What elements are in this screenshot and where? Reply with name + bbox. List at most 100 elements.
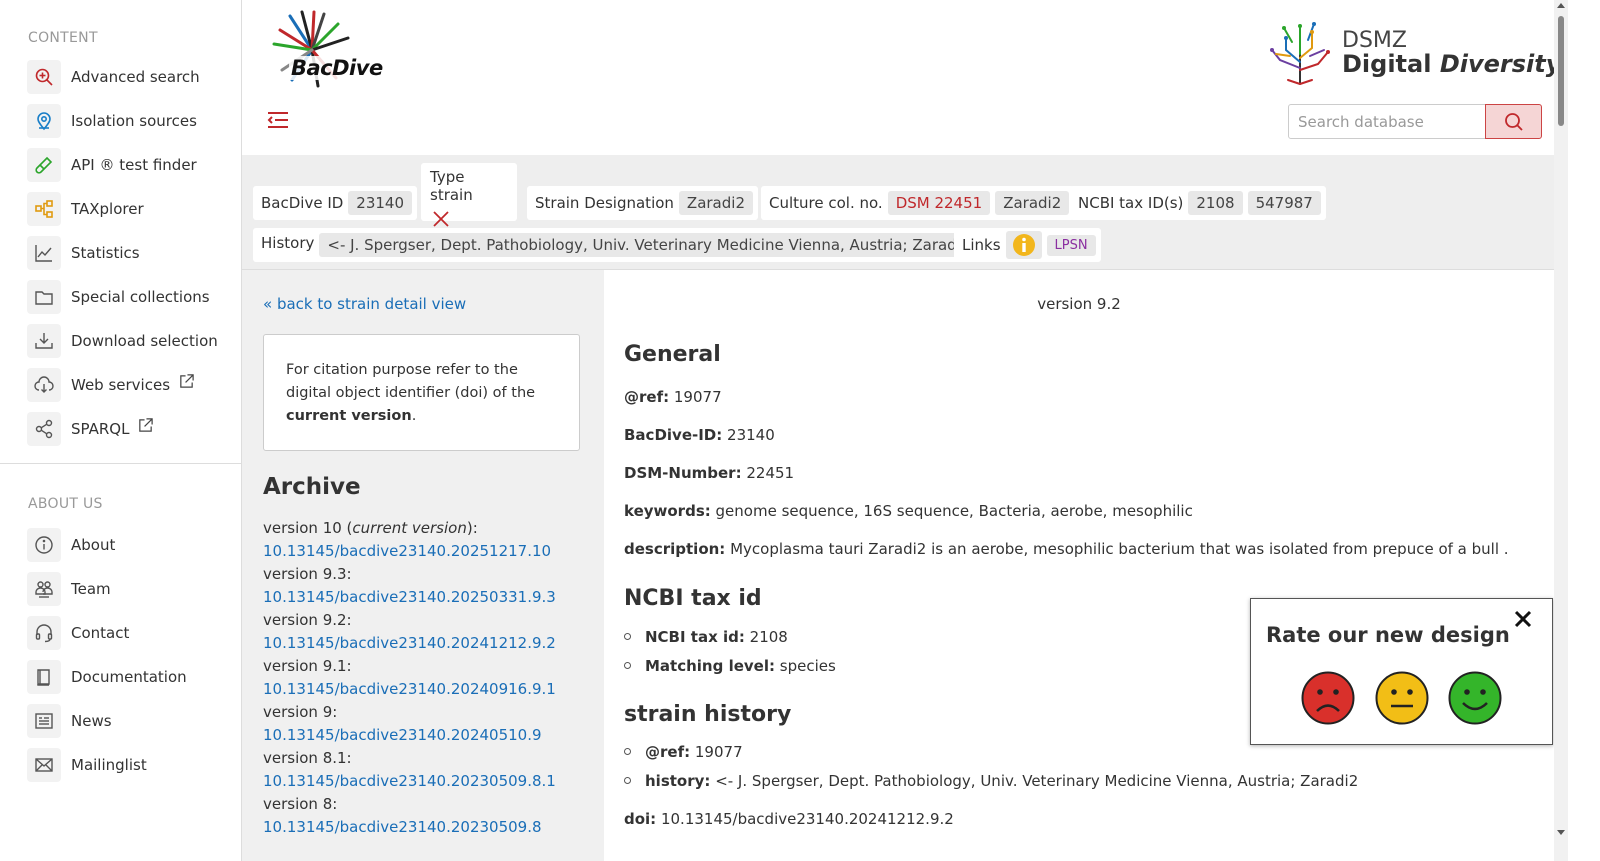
list-item: 10.13145/bacdive23140.20230509.8 (263, 816, 593, 839)
sidebar-item-download-selection[interactable]: Download selection (0, 319, 241, 363)
version-doi-link[interactable]: 10.13145/bacdive23140.20230509.8.1 (263, 772, 556, 790)
search-input[interactable] (1288, 104, 1486, 139)
page-scrollbar[interactable] (1554, 0, 1568, 861)
ncbi-taxid-item: NCBI tax id: 2108 (624, 628, 788, 646)
happy-face-icon[interactable] (1448, 671, 1502, 725)
citation-end: . (411, 408, 417, 424)
info-circle-icon (1012, 234, 1035, 256)
field-label: Matching level: (645, 657, 775, 675)
ncbi-taxid-value-1[interactable]: 2108 (1188, 191, 1243, 215)
sidebar-item-label: Team (71, 580, 111, 598)
search-button[interactable] (1485, 104, 1542, 139)
version-doi-link[interactable]: 10.13145/bacdive23140.20230509.8 (263, 818, 542, 836)
close-icon[interactable] (1513, 609, 1533, 629)
sidebar-item-contact[interactable]: Contact (0, 611, 241, 655)
history-item: history: <- J. Spergser, Dept. Pathobiol… (624, 772, 1358, 790)
sidebar-item-label: SPARQL (71, 420, 130, 438)
info-link-button[interactable] (1005, 231, 1042, 259)
search-plus-icon (27, 60, 61, 94)
version-doi-link[interactable]: 10.13145/bacdive23140.20240916.9.1 (263, 680, 556, 698)
sidebar-item-documentation[interactable]: Documentation (0, 655, 241, 699)
header: BacDive DSMZ Digital Diversity Search da… (242, 0, 1561, 155)
ncbi-taxid-value-2[interactable]: 547987 (1247, 191, 1321, 215)
version-doi-link[interactable]: 10.13145/bacdive23140.20240510.9 (263, 726, 542, 744)
culture-collection-chip: Culture col. no. DSM 22451 Zaradi2 (761, 186, 1075, 220)
version-label: version 8: (263, 795, 338, 813)
dsmz-logo[interactable]: DSMZ Digital Diversity (1262, 12, 1561, 87)
list-item: version 9.1: (263, 655, 593, 678)
strain-designation-label: Strain Designation (535, 194, 674, 212)
neutral-face-icon[interactable] (1375, 671, 1429, 725)
sidebar-divider (0, 463, 241, 464)
sidebar-item-isolation-sources[interactable]: Isolation sources (0, 99, 241, 143)
bacdive-id-value: 23140 (348, 191, 413, 215)
list-item: 10.13145/bacdive23140.20250331.9.3 (263, 586, 593, 609)
type-strain-label: Type strain (430, 168, 473, 204)
sidebar-item-web-services[interactable]: Web services (0, 363, 241, 407)
sidebar-item-special-collections[interactable]: Special collections (0, 275, 241, 319)
book-icon (27, 660, 61, 694)
culture-collection-value: Zaradi2 (995, 191, 1070, 215)
sidebar-item-label: Isolation sources (71, 112, 197, 130)
search-icon (1504, 112, 1523, 131)
sidebar-item-team[interactable]: Team (0, 567, 241, 611)
folder-icon (27, 280, 61, 314)
sidebar-item-label: API ® test finder (71, 156, 197, 174)
version-label: version 9.3: (263, 565, 352, 583)
sidebar-item-advanced-search[interactable]: Advanced search (0, 55, 241, 99)
history-label: History (261, 234, 315, 252)
history-chip: History <- J. Spergser, Dept. Pathobiolo… (253, 228, 984, 262)
field-value: species (779, 657, 836, 675)
sidebar-item-about[interactable]: About (0, 523, 241, 567)
sidebar-item-label: Mailinglist (71, 756, 147, 774)
sidebar-item-news[interactable]: News (0, 699, 241, 743)
hierarchy-icon (27, 192, 61, 226)
sidebar-item-mailinglist[interactable]: Mailinglist (0, 743, 241, 787)
field-label: @ref: (624, 388, 670, 406)
archive-heading: Archive (263, 474, 361, 500)
field-label: history: (645, 772, 711, 790)
bacdive-logo[interactable]: BacDive (262, 10, 385, 90)
culture-collection-label: Culture col. no. (769, 194, 883, 212)
bacdive-id-label: BacDive ID (261, 194, 344, 212)
field-value: 2108 (749, 628, 788, 646)
field-label: NCBI tax id: (645, 628, 745, 646)
location-pin-icon (27, 104, 61, 138)
headset-icon (27, 616, 61, 650)
back-to-strain-link[interactable]: « back to strain detail view (263, 295, 466, 313)
strain-designation-chip: Strain Designation Zaradi2 (527, 186, 758, 220)
sidebar-item-taxplorer[interactable]: TAXplorer (0, 187, 241, 231)
sidebar-item-api-test-finder[interactable]: API ® test finder (0, 143, 241, 187)
rating-title: Rate our new design (1266, 623, 1510, 647)
sidebar-item-label: Web services (71, 376, 171, 394)
scroll-up-arrow-icon[interactable] (1557, 3, 1565, 8)
list-item: version 9.2: (263, 609, 593, 632)
scroll-down-arrow-icon[interactable] (1557, 830, 1565, 835)
matching-level-item: Matching level: species (624, 657, 836, 675)
ncbi-taxid-chip: NCBI tax ID(s) 2108 547987 (1070, 186, 1326, 220)
version-doi-link[interactable]: 10.13145/bacdive23140.20241212.9.2 (263, 634, 556, 652)
sad-face-icon[interactable] (1301, 671, 1355, 725)
field-value: 10.13145/bacdive23140.20241212.9.2 (660, 810, 954, 828)
dsm-number-field: DSM-Number: 22451 (624, 464, 794, 482)
citation-text: For citation purpose refer to the digita… (286, 362, 536, 401)
list-item: version 9: (263, 701, 593, 724)
field-value: 23140 (727, 426, 775, 444)
lpsn-link-button[interactable]: LPSN (1046, 234, 1096, 256)
cross-icon (433, 211, 449, 227)
field-label: description: (624, 540, 726, 558)
menu-collapse-icon[interactable] (265, 108, 291, 134)
sidebar-item-statistics[interactable]: Statistics (0, 231, 241, 275)
version-doi-link[interactable]: 10.13145/bacdive23140.20251217.10 (263, 542, 551, 560)
version-suffix: ): (466, 519, 478, 537)
version-label: version 9.2 (1037, 295, 1121, 313)
dsmz-tree-icon (1270, 22, 1330, 85)
culture-collection-dsm-link[interactable]: DSM 22451 (887, 191, 991, 215)
sidebar-item-label: Contact (71, 624, 130, 642)
field-value: 19077 (694, 743, 743, 761)
list-item: 10.13145/bacdive23140.20230509.8.1 (263, 770, 593, 793)
version-doi-link[interactable]: 10.13145/bacdive23140.20250331.9.3 (263, 588, 556, 606)
info-icon (27, 528, 61, 562)
sidebar-item-sparql[interactable]: SPARQL (0, 407, 241, 451)
scrollbar-thumb[interactable] (1558, 16, 1564, 126)
